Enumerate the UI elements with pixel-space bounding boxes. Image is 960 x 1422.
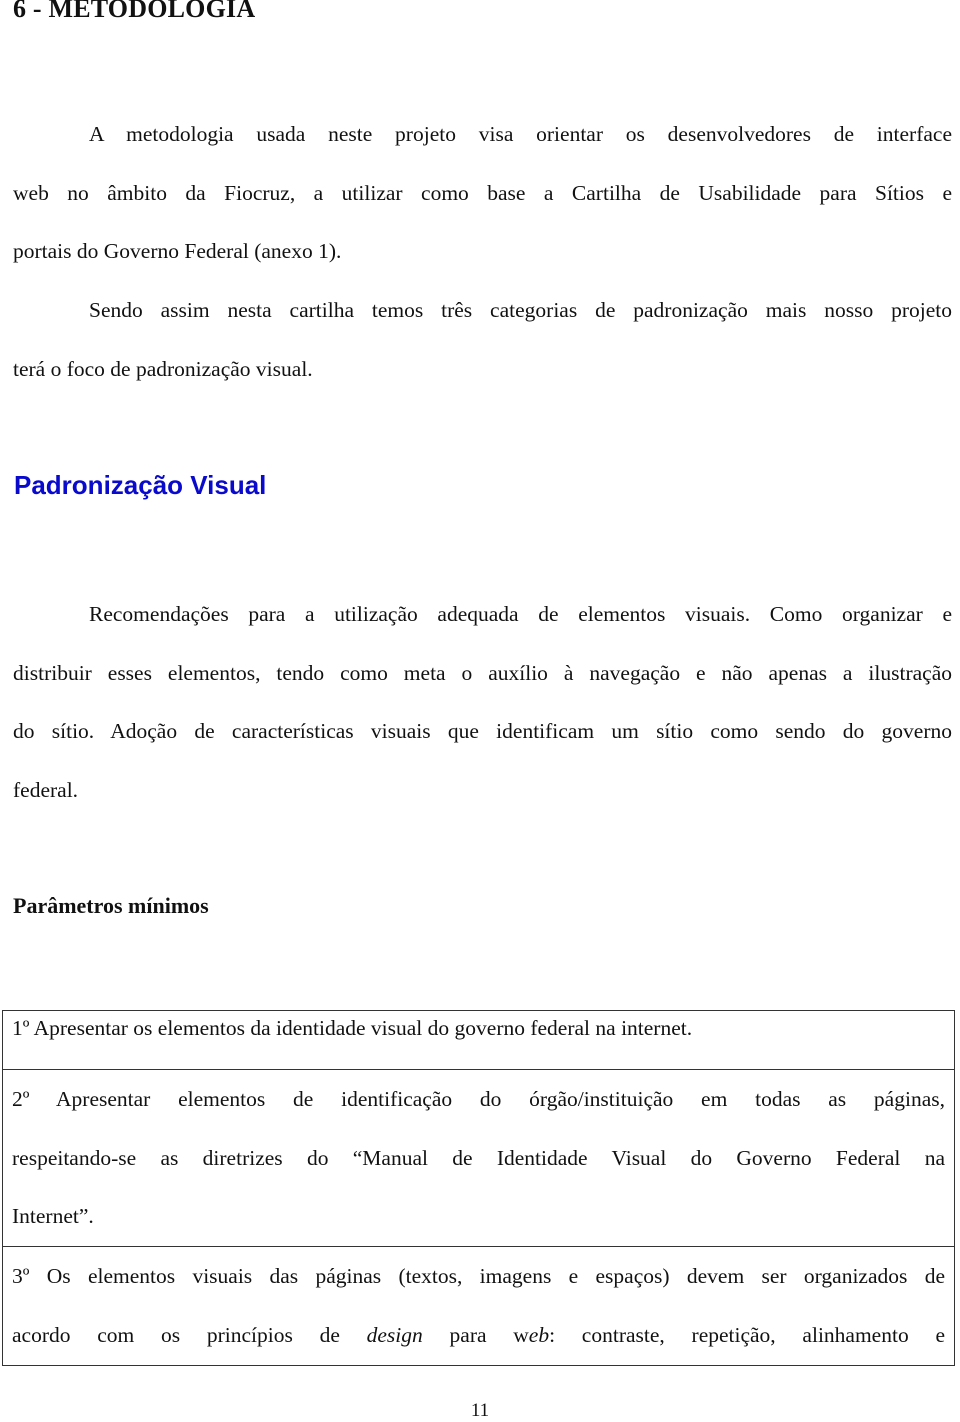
italic-web: eb bbox=[528, 1322, 550, 1347]
intro-paragraph-2: Sendo assim nesta cartilha temos três ca… bbox=[13, 281, 952, 398]
subsection-title: Parâmetros mínimos bbox=[13, 893, 209, 918]
italic-design: design bbox=[366, 1322, 423, 1347]
paragraph-line: distribuir esses elementos, tendo como m… bbox=[13, 660, 952, 685]
paragraph-line: Recomendações para a utilização adequada… bbox=[13, 585, 952, 644]
line-text: A metodologia usada neste projeto visa o… bbox=[89, 122, 952, 146]
section-title: Padronização Visual bbox=[14, 470, 267, 500]
table-row: 2º Apresentar elementos de identificação… bbox=[3, 1069, 954, 1246]
intro-paragraph-1: A metodologia usada neste projeto visa o… bbox=[13, 105, 952, 281]
paragraph-line: A metodologia usada neste projeto visa o… bbox=[13, 105, 952, 164]
paragraph-line: web no âmbito da Fiocruz, a utilizar com… bbox=[13, 180, 952, 205]
row-text: 2º Apresentar elementos de identificação… bbox=[12, 1087, 945, 1111]
line-text: Sendo assim nesta cartilha temos três ca… bbox=[89, 298, 952, 322]
parameters-table: 1º Apresentar os elementos da identidade… bbox=[2, 1010, 955, 1366]
chapter-heading: 6 - METODOLOGIA bbox=[13, 0, 256, 23]
text-part: para w bbox=[422, 1322, 529, 1347]
paragraph-line: terá o foco de padronização visual. bbox=[13, 356, 313, 381]
table-row: 3º Os elementos visuais das páginas (tex… bbox=[3, 1246, 954, 1365]
text-part: : contraste, repetição, alinhamento e bbox=[549, 1322, 945, 1347]
paragraph-line: Sendo assim nesta cartilha temos três ca… bbox=[13, 281, 952, 340]
table-row: 1º Apresentar os elementos da identidade… bbox=[3, 1011, 954, 1069]
row-text: 3º Os elementos visuais das páginas (tex… bbox=[12, 1264, 945, 1288]
row-text: Internet”. bbox=[12, 1204, 94, 1228]
line-text: Recomendações para a utilização adequada… bbox=[89, 602, 952, 626]
paragraph-line: do sítio. Adoção de características visu… bbox=[13, 719, 952, 743]
row-text: respeitando-se as diretrizes do “Manual … bbox=[12, 1145, 945, 1170]
row-text: acordo com os princípios de design para … bbox=[12, 1306, 945, 1365]
text-part: acordo com os princípios de bbox=[12, 1322, 367, 1347]
page-number: 11 bbox=[470, 1400, 490, 1421]
paragraph-line: federal. bbox=[13, 777, 79, 802]
row-text: 1º Apresentar os elementos da identidade… bbox=[12, 1016, 693, 1040]
section-paragraph: Recomendações para a utilização adequada… bbox=[13, 585, 952, 819]
paragraph-line: portais do Governo Federal (anexo 1). bbox=[13, 239, 342, 263]
